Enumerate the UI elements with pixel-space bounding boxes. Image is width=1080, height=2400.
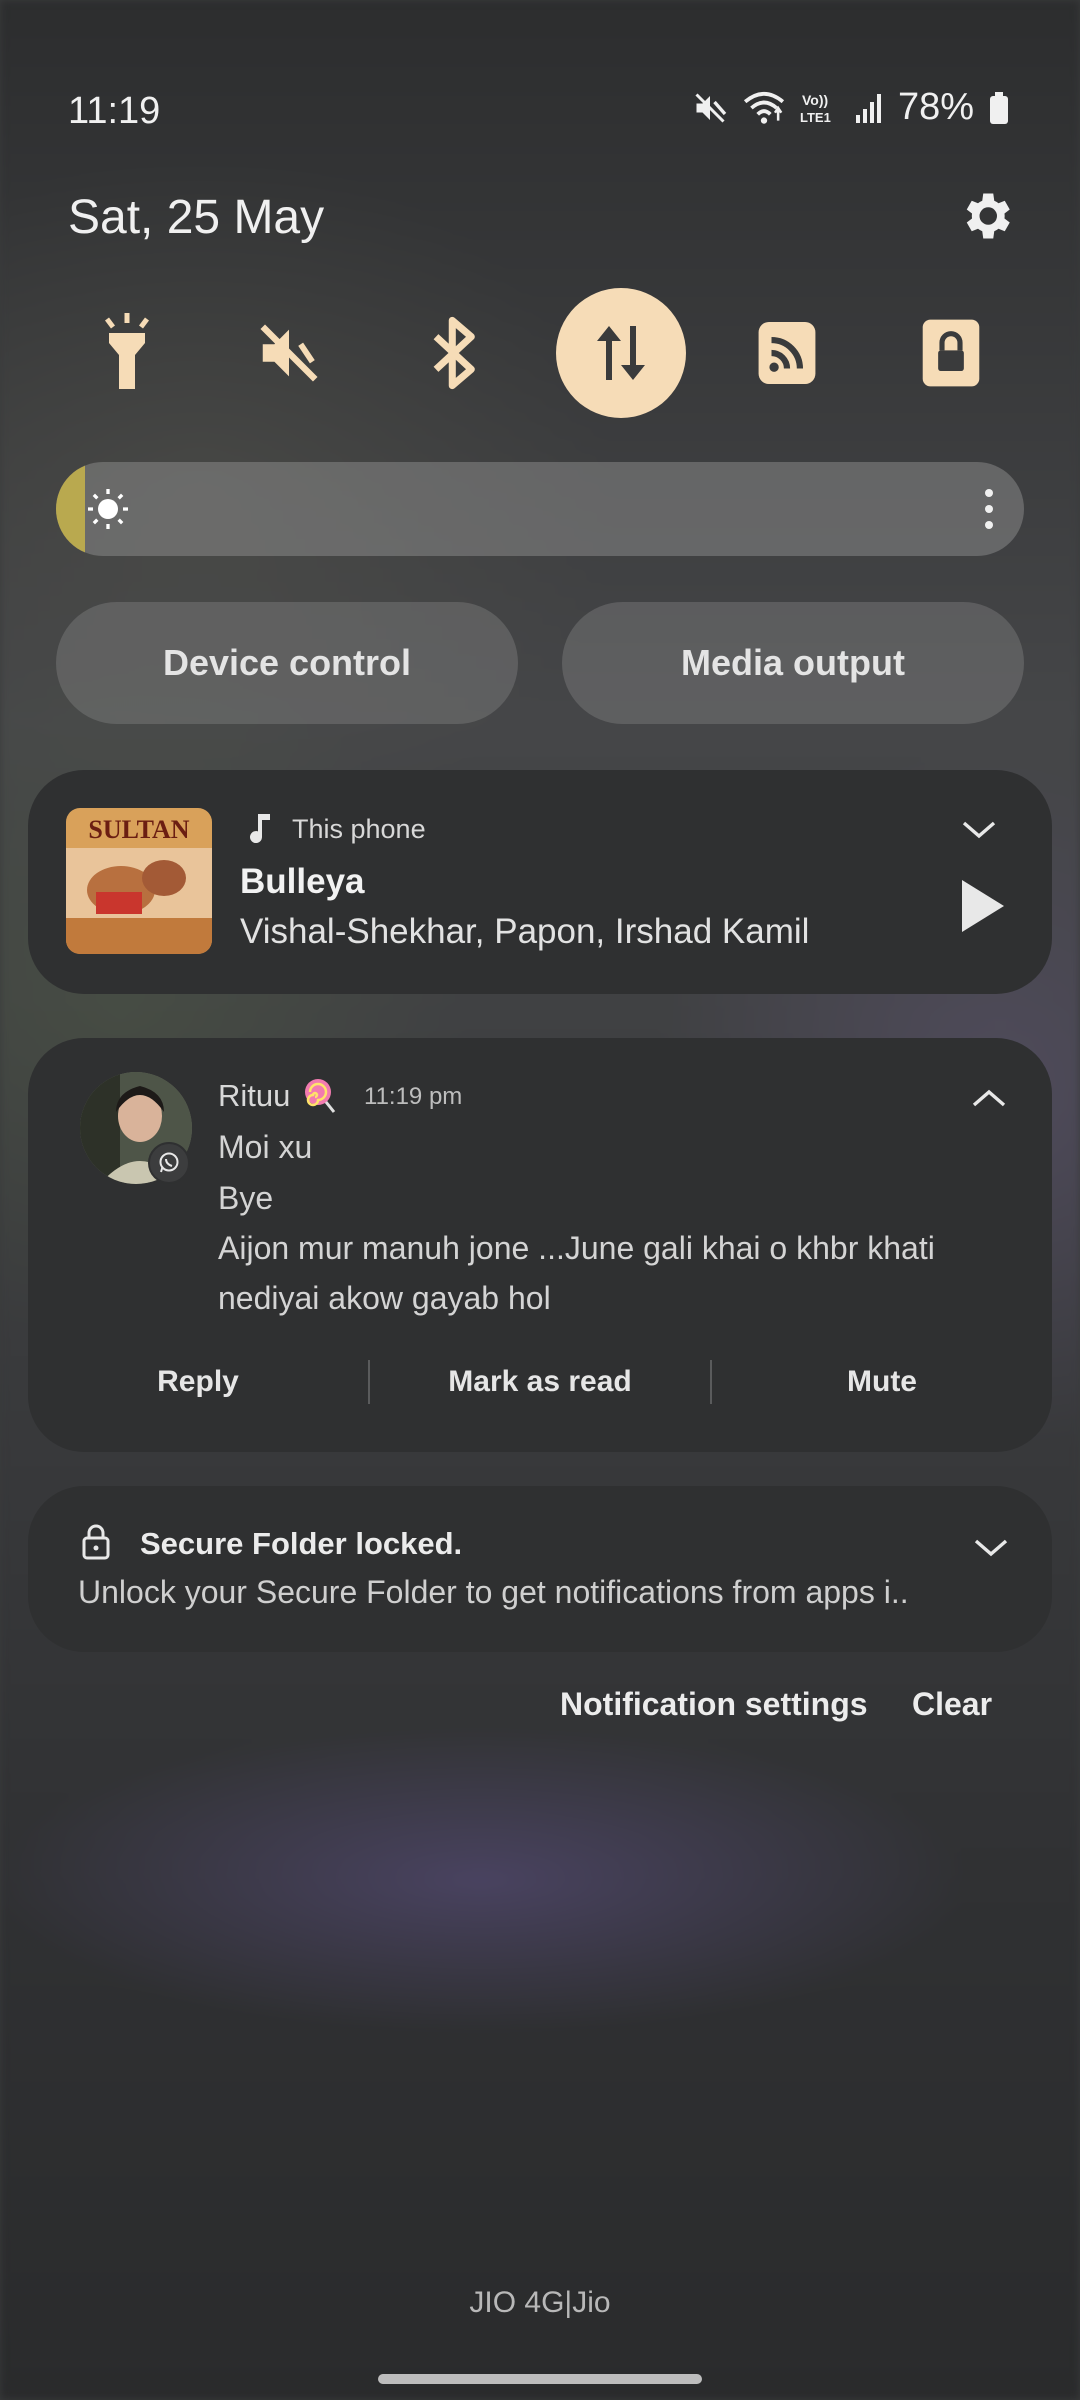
secure-folder-title: Secure Folder locked. bbox=[140, 1526, 463, 1561]
song-artists: Vishal-Shekhar, Papon, Irshad Kamil bbox=[240, 912, 810, 951]
toggle-mobile-data[interactable] bbox=[556, 288, 686, 418]
secure-folder-icon bbox=[922, 319, 980, 387]
more-options-icon[interactable] bbox=[984, 488, 994, 530]
data-arrows-icon bbox=[597, 326, 645, 380]
battery-percent: 78% bbox=[897, 86, 974, 128]
status-icons: Vo)) LTE1 78% bbox=[692, 86, 1010, 129]
message-line: Moi xu bbox=[218, 1129, 313, 1165]
media-source: This phone bbox=[292, 814, 426, 844]
clear-button[interactable]: Clear bbox=[912, 1686, 992, 1723]
toggle-flashlight[interactable] bbox=[62, 288, 192, 418]
cast-icon bbox=[758, 322, 816, 384]
toggle-cast[interactable] bbox=[722, 288, 852, 418]
secure-folder-card[interactable] bbox=[28, 1486, 1052, 1652]
mute-icon bbox=[695, 92, 727, 123]
status-time: 11:19 bbox=[68, 90, 161, 132]
message-actions: Reply Mark as read Mute bbox=[28, 1350, 1052, 1414]
lock-icon bbox=[82, 1524, 110, 1560]
svg-text:LTE1: LTE1 bbox=[800, 110, 831, 125]
toggle-bluetooth[interactable] bbox=[390, 288, 520, 418]
sound-mute-icon bbox=[260, 324, 318, 382]
signal-icon bbox=[855, 93, 881, 123]
secure-folder-text: Unlock your Secure Folder to get notific… bbox=[78, 1574, 909, 1610]
play-icon[interactable] bbox=[960, 878, 1006, 934]
carrier-label: JIO 4G|Jio bbox=[469, 2286, 611, 2319]
song-title: Bulleya bbox=[240, 862, 365, 901]
album-title-text: SULTAN bbox=[88, 815, 189, 844]
mark-as-read-button[interactable]: Mark as read bbox=[370, 1365, 710, 1399]
date-label: Sat, 25 May bbox=[68, 191, 325, 244]
brightness-fill bbox=[56, 462, 86, 556]
gear-icon[interactable] bbox=[956, 186, 1016, 246]
device-control-button[interactable]: Device control bbox=[56, 602, 518, 724]
message-sender: Rituu bbox=[218, 1078, 291, 1113]
toggle-sound[interactable] bbox=[224, 288, 354, 418]
chevron-down-icon[interactable] bbox=[960, 818, 998, 842]
toggle-secure-folder[interactable] bbox=[886, 288, 1016, 418]
svg-text:Vo)): Vo)) bbox=[802, 92, 828, 108]
whatsapp-icon bbox=[159, 1152, 179, 1173]
brightness-slider[interactable] bbox=[56, 462, 1024, 556]
volte-icon: Vo)) LTE1 bbox=[800, 92, 831, 125]
bluetooth-icon bbox=[433, 316, 475, 390]
wifi-icon bbox=[743, 91, 785, 124]
battery-icon bbox=[990, 91, 1008, 124]
message-time: 11:19 pm bbox=[364, 1083, 463, 1110]
whatsapp-badge bbox=[148, 1142, 190, 1184]
chevron-up-icon[interactable] bbox=[970, 1086, 1008, 1110]
mute-button[interactable]: Mute bbox=[712, 1365, 1052, 1399]
album-art: SULTAN bbox=[66, 808, 212, 954]
reply-button[interactable]: Reply bbox=[28, 1365, 368, 1399]
music-note-icon bbox=[250, 814, 270, 844]
sun-icon bbox=[88, 489, 128, 529]
message-line: Aijon mur manuh jone ...June gali khai o… bbox=[218, 1230, 935, 1266]
message-line: Bye bbox=[218, 1180, 274, 1216]
lollipop-emoji-icon bbox=[305, 1079, 336, 1113]
home-indicator[interactable] bbox=[378, 2374, 702, 2384]
message-line: nediyai akow gayab hol bbox=[218, 1280, 551, 1316]
flashlight-icon bbox=[105, 313, 149, 389]
chevron-down-icon[interactable] bbox=[972, 1536, 1010, 1560]
media-output-button[interactable]: Media output bbox=[562, 602, 1024, 724]
notification-settings-button[interactable]: Notification settings bbox=[560, 1686, 868, 1723]
